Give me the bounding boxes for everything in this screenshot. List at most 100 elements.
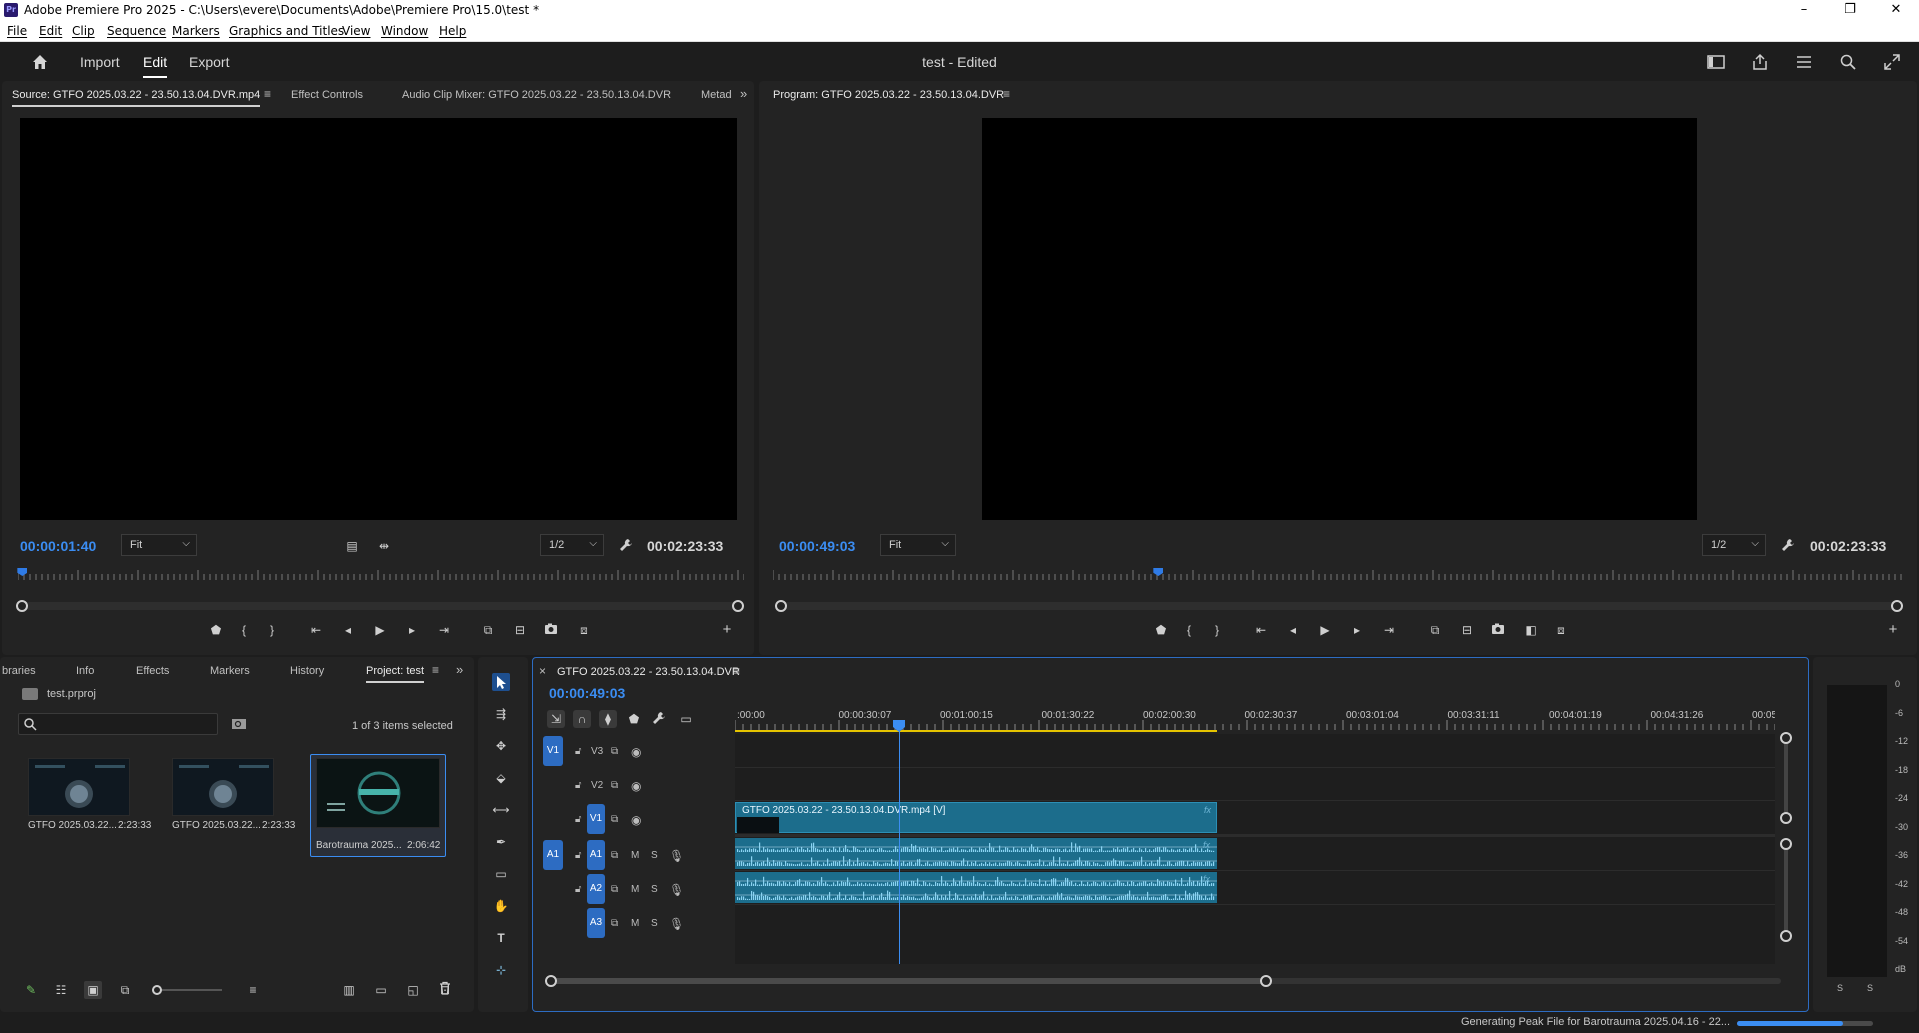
source-current-time[interactable]: 00:00:01:40 xyxy=(20,538,96,554)
mark-out-icon[interactable]: } xyxy=(263,621,281,639)
share-icon[interactable] xyxy=(1750,52,1770,72)
lock-icon[interactable]: 🔓︎ xyxy=(575,780,581,791)
solo-button[interactable]: S xyxy=(651,918,658,929)
new-search-bin-icon[interactable] xyxy=(231,716,247,730)
nav-import[interactable]: Import xyxy=(80,54,120,70)
mute-button[interactable]: M xyxy=(631,850,639,861)
wrench-icon[interactable] xyxy=(618,537,636,555)
zoom-slider[interactable] xyxy=(152,985,222,995)
freeform-view-icon[interactable]: ⧉ xyxy=(116,981,134,999)
menu-file[interactable]: File xyxy=(7,24,27,38)
project-menu-icon[interactable]: ≡ xyxy=(432,663,439,677)
mark-in-icon[interactable]: { xyxy=(235,621,253,639)
type-tool-icon[interactable]: T xyxy=(492,929,510,947)
menu-sequence[interactable]: Sequence xyxy=(107,24,166,38)
search-help-icon[interactable] xyxy=(1838,52,1858,72)
source-time-ruler[interactable] xyxy=(18,568,744,580)
export-frame-icon[interactable] xyxy=(1490,621,1508,639)
hand-tool-icon[interactable]: ✋ xyxy=(492,897,510,915)
extract-icon[interactable]: ⊟ xyxy=(1458,621,1476,639)
fullscreen-icon[interactable] xyxy=(1882,52,1902,72)
program-time-ruler[interactable] xyxy=(773,568,1903,580)
lock-icon[interactable]: 🔓︎ xyxy=(575,746,581,757)
sequence-menu-icon[interactable]: ≡ xyxy=(733,664,740,678)
scrollbar-left-handle[interactable] xyxy=(545,975,557,987)
track-label-v1[interactable]: V1 xyxy=(587,804,605,834)
timeline-ruler[interactable]: :00:00 00:00:30:07 00:01:00:15 00:01:30:22 0… xyxy=(735,708,1775,732)
add-marker-icon[interactable]: ⬟ xyxy=(207,621,225,639)
razor-tool-icon[interactable]: ⬙ xyxy=(492,769,510,787)
scrollbar-right-handle[interactable] xyxy=(732,600,744,612)
scrollbar-right-handle[interactable] xyxy=(1891,600,1903,612)
source-zoom-scrollbar[interactable] xyxy=(16,600,744,612)
scrollbar-left-handle[interactable] xyxy=(775,600,787,612)
tab-source[interactable]: Source: GTFO 2025.03.22 - 23.50.13.04.DV… xyxy=(12,89,261,107)
snap-magnet-icon[interactable]: ∩ xyxy=(573,710,591,728)
go-to-in-icon[interactable]: ⇤ xyxy=(1252,621,1270,639)
tab-info[interactable]: Info xyxy=(76,665,94,677)
export-frame-icon[interactable] xyxy=(543,621,561,639)
timeline-settings-wrench-icon[interactable] xyxy=(651,710,669,728)
mark-out-icon[interactable]: } xyxy=(1208,621,1226,639)
sync-lock-icon[interactable]: ⧉ xyxy=(611,780,618,791)
nav-edit[interactable]: Edit xyxy=(143,54,168,78)
menu-edit[interactable]: Edit xyxy=(39,24,62,38)
tab-audio-clip-mixer[interactable]: Audio Clip Mixer: GTFO 2025.03.22 - 23.5… xyxy=(402,89,671,101)
insert-icon[interactable]: ⧉ xyxy=(479,621,497,639)
solo-button[interactable]: S xyxy=(651,850,658,861)
step-back-icon[interactable]: ◂ xyxy=(339,621,357,639)
pen-tool-icon[interactable]: ✒ xyxy=(492,833,510,851)
menu-graphics-and-titles[interactable]: Graphics and Titles xyxy=(229,24,344,38)
generative-extend-tool-icon[interactable]: ⊹ xyxy=(492,961,510,979)
tab-effects[interactable]: Effects xyxy=(136,665,169,677)
solo-right-button[interactable]: S xyxy=(1867,983,1873,993)
source-patch-v1[interactable]: V1 xyxy=(543,736,563,766)
track-select-tool-icon[interactable]: ⇶ xyxy=(492,705,510,723)
eye-icon[interactable]: ◉ xyxy=(631,745,641,759)
timeline-playhead-line[interactable] xyxy=(899,724,900,964)
zoom-slider-handle[interactable] xyxy=(152,985,162,995)
scrollbar-left-handle[interactable] xyxy=(16,600,28,612)
tab-history[interactable]: History xyxy=(290,665,324,677)
settings-toggle-icon[interactable]: ▤ xyxy=(343,537,361,555)
sort-icons-icon[interactable]: ≡ xyxy=(244,981,262,999)
program-zoom-select[interactable]: Fit ⌵ xyxy=(880,534,956,556)
proxy-toggle-icon[interactable]: ⧈ xyxy=(1552,621,1570,639)
tab-sequence[interactable]: GTFO 2025.03.22 - 23.50.13.04.DVR xyxy=(557,666,740,678)
solo-left-button[interactable]: S xyxy=(1837,983,1843,993)
ripple-edit-tool-icon[interactable]: ✥ xyxy=(492,737,510,755)
comparison-view-icon[interactable]: ◧ xyxy=(1522,621,1540,639)
more-tabs-chevron-icon[interactable]: » xyxy=(456,662,463,677)
rectangle-tool-icon[interactable]: ▭ xyxy=(492,865,510,883)
eye-icon[interactable]: ◉ xyxy=(631,813,641,827)
close-sequence-icon[interactable]: × xyxy=(539,664,546,678)
video-tracks-scrollbar[interactable] xyxy=(1780,732,1792,824)
menu-help[interactable]: Help xyxy=(439,24,466,38)
step-forward-icon[interactable]: ▸ xyxy=(1348,621,1366,639)
project-item-thumbnail[interactable] xyxy=(172,758,274,816)
lock-icon[interactable]: 🔓︎ xyxy=(575,884,581,895)
scrollbar-right-handle[interactable] xyxy=(1260,975,1272,987)
play-icon[interactable]: ▶ xyxy=(1316,621,1334,639)
work-area-bar[interactable] xyxy=(735,730,1217,732)
sync-lock-icon[interactable]: ⧉ xyxy=(611,814,618,825)
program-video-display[interactable] xyxy=(982,118,1697,520)
video-clip[interactable]: GTFO 2025.03.22 - 23.50.13.04.DVR.mp4 [V… xyxy=(735,802,1217,833)
sync-lock-icon[interactable]: ⧉ xyxy=(611,884,618,895)
add-marker-icon[interactable]: ⬟ xyxy=(625,710,643,728)
menu-markers[interactable]: Markers xyxy=(172,24,220,38)
audio-tracks-scrollbar[interactable] xyxy=(1780,838,1792,942)
lock-icon[interactable]: 🔓︎ xyxy=(575,850,581,861)
microphone-icon[interactable]: 🎙︎ xyxy=(669,917,684,931)
wrench-icon[interactable] xyxy=(1780,537,1798,555)
list-view-icon[interactable]: ☷ xyxy=(52,981,70,999)
project-item-thumbnail[interactable] xyxy=(316,758,440,828)
project-item-thumbnail[interactable] xyxy=(28,758,130,816)
linked-selection-icon[interactable]: ⧫ xyxy=(599,710,617,728)
automate-to-sequence-icon[interactable]: ▥ xyxy=(340,981,358,999)
mark-in-icon[interactable]: { xyxy=(1180,621,1198,639)
timeline-horizontal-scrollbar[interactable] xyxy=(545,975,1781,987)
audio-clip-a2[interactable]: fx xyxy=(735,872,1217,903)
source-resolution-select[interactable]: 1/2 ⌵ xyxy=(540,534,604,556)
new-bin-icon[interactable]: ◱ xyxy=(404,981,422,999)
